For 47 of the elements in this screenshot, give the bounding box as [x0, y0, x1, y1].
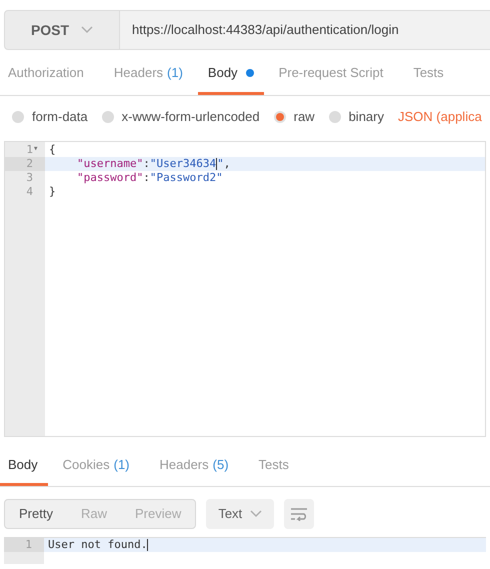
tab[interactable]: Cookies (1) [48, 447, 144, 486]
text-cursor [147, 539, 148, 551]
code-token: : [143, 156, 150, 172]
view-mode-button[interactable]: Raw [66, 500, 121, 528]
chevron-down-icon [81, 26, 94, 34]
line-number: 4 [26, 184, 33, 200]
tab[interactable]: Authorization [0, 54, 99, 95]
radio-option[interactable]: raw [274, 107, 315, 127]
method-dropdown[interactable]: POST [4, 10, 120, 50]
view-mode-button[interactable]: Pretty [5, 500, 67, 528]
line-number: 1 [25, 536, 32, 553]
radio-button[interactable] [274, 111, 286, 123]
tab[interactable]: Headers (5) [144, 447, 244, 486]
code-token: "username" [77, 156, 144, 172]
radio-button[interactable] [328, 111, 341, 123]
code-token: User not found. [48, 536, 148, 553]
radio-button[interactable] [102, 111, 114, 123]
line-number: 2 [26, 156, 33, 172]
code-token: "Password2" [150, 170, 223, 186]
tab[interactable]: Body [0, 447, 48, 486]
tab[interactable]: Tests [398, 54, 459, 95]
code-token: "User34634 [150, 156, 216, 172]
tab[interactable]: Body [198, 54, 264, 95]
code-token: "password" [77, 170, 144, 186]
fold-toggle[interactable]: ▾ [33, 143, 41, 157]
text-cursor [216, 158, 218, 170]
wrap-lines-icon [290, 507, 308, 521]
code-token: , [224, 156, 230, 172]
chevron-down-icon [250, 510, 262, 518]
tab[interactable]: Headers (1) [98, 54, 198, 95]
code-token: " [217, 156, 224, 172]
line-number: 3 [26, 170, 33, 186]
tab[interactable]: Pre-request Script [264, 54, 398, 95]
radio-option[interactable]: binary [328, 107, 384, 127]
line-number: 1 [26, 142, 33, 158]
view-mode-button[interactable]: Preview [120, 500, 196, 528]
tab[interactable]: Tests [244, 447, 304, 486]
code-token: : [143, 170, 150, 186]
content-type-dropdown[interactable]: JSON (applica [398, 107, 482, 127]
code-token: { [49, 142, 56, 158]
url-field[interactable]: https://localhost:44383/api/authentication/login [120, 10, 490, 50]
radio-option[interactable]: x-www-form-urlencoded [102, 107, 260, 127]
code-token: } [49, 184, 56, 200]
wrap-button[interactable] [284, 499, 314, 529]
radio-option[interactable]: form-data [12, 107, 88, 127]
format-dropdown[interactable]: Text [206, 499, 274, 529]
radio-button[interactable] [12, 111, 24, 123]
